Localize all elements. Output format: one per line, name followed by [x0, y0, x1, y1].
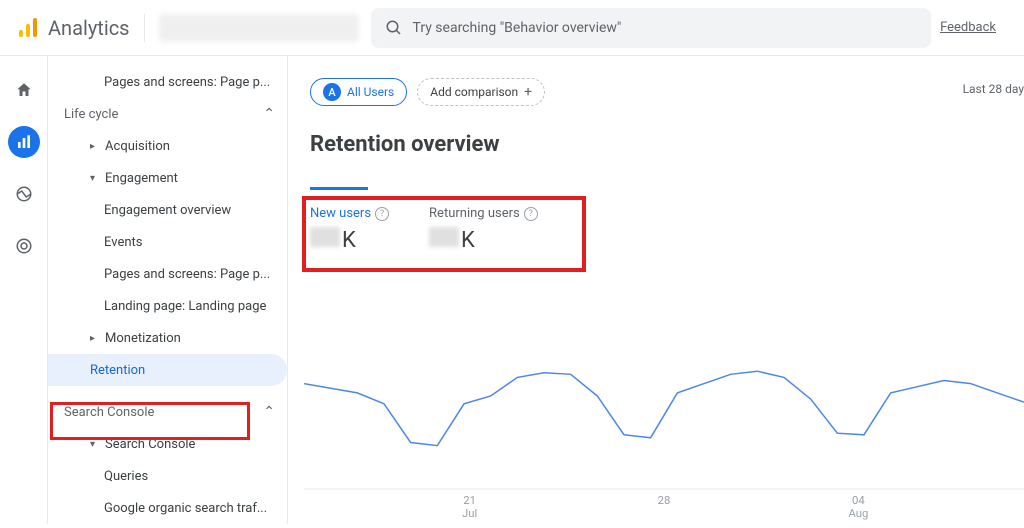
- help-icon[interactable]: ?: [524, 207, 538, 221]
- divider: [144, 14, 145, 42]
- sidebar-item-organic[interactable]: Google organic search traf...: [48, 492, 287, 524]
- feedback-link[interactable]: Feedback: [940, 20, 1008, 35]
- metric-returning-users[interactable]: Returning users ? K: [429, 206, 538, 253]
- svg-text:21: 21: [463, 494, 476, 507]
- date-range[interactable]: Last 28 day: [963, 82, 1024, 96]
- sidebar-item-search-console[interactable]: ▾ Search Console: [48, 428, 287, 460]
- caret-down-icon: ▾: [90, 439, 95, 450]
- sidebar-item-pages-top[interactable]: Pages and screens: Page p...: [48, 66, 287, 98]
- rail-home-icon[interactable]: [8, 74, 40, 106]
- metrics-row: New users ? K Returning users ? K: [310, 200, 1024, 253]
- chevron-up-icon: ⌃: [263, 106, 275, 122]
- caret-right-icon: ▸: [90, 333, 95, 344]
- analytics-logo-icon: [16, 16, 40, 40]
- sidebar-item-pages[interactable]: Pages and screens: Page p...: [48, 258, 287, 290]
- caret-down-icon: ▾: [90, 173, 95, 184]
- help-icon[interactable]: ?: [375, 207, 389, 221]
- svg-text:Jul: Jul: [462, 507, 477, 520]
- redacted-number: [310, 227, 340, 247]
- sidebar-item-engagement-overview[interactable]: Engagement overview: [48, 194, 287, 226]
- redacted-number: [429, 227, 459, 247]
- retention-chart: 21Jul 28 04Aug: [304, 324, 1024, 524]
- chip-row: A All Users Add comparison +: [310, 78, 1024, 106]
- svg-text:28: 28: [658, 494, 671, 507]
- chip-all-users[interactable]: A All Users: [310, 78, 407, 106]
- metric-returning-users-value: K: [429, 227, 538, 253]
- sidebar-item-queries[interactable]: Queries: [48, 460, 287, 492]
- metric-new-users-label: New users ?: [310, 206, 389, 221]
- sidebar-section-lifecycle[interactable]: Life cycle ⌃: [48, 98, 287, 130]
- metrics-selected-indicator: [310, 187, 368, 190]
- sidebar-item-engagement[interactable]: ▾ Engagement: [48, 162, 287, 194]
- chevron-up-icon: ⌃: [263, 404, 275, 420]
- metric-new-users[interactable]: New users ? K: [310, 206, 389, 253]
- rail-reports-icon[interactable]: [8, 126, 40, 158]
- all-users-avatar: A: [323, 83, 341, 101]
- sidebar-item-acquisition[interactable]: ▸ Acquisition: [48, 130, 287, 162]
- rail-advertising-icon[interactable]: [8, 230, 40, 262]
- caret-right-icon: ▸: [90, 141, 95, 152]
- svg-text:04: 04: [852, 494, 865, 507]
- metric-new-users-value: K: [310, 227, 389, 253]
- header: Analytics Try searching "Behavior overvi…: [0, 0, 1024, 56]
- sidebar-item-events[interactable]: Events: [48, 226, 287, 258]
- search-icon: [385, 19, 403, 37]
- left-rail: [0, 56, 48, 524]
- logo-block[interactable]: Analytics: [16, 16, 130, 40]
- metric-returning-users-label: Returning users ?: [429, 206, 538, 221]
- sidebar-item-landing[interactable]: Landing page: Landing page: [48, 290, 287, 322]
- all-users-label: All Users: [347, 85, 394, 99]
- add-comparison-label: Add comparison: [430, 85, 518, 99]
- sidebar-item-monetization[interactable]: ▸ Monetization: [48, 322, 287, 354]
- search-bar[interactable]: Try searching "Behavior overview": [371, 8, 931, 48]
- chip-add-comparison[interactable]: Add comparison +: [417, 78, 545, 106]
- svg-text:Aug: Aug: [848, 507, 868, 520]
- sidebar-item-retention[interactable]: Retention: [48, 354, 287, 386]
- search-placeholder: Try searching "Behavior overview": [413, 20, 622, 36]
- sidebar-section-search-console[interactable]: Search Console ⌃: [48, 396, 287, 428]
- main-content: A All Users Add comparison + Last 28 day…: [288, 56, 1024, 524]
- plus-icon: +: [524, 84, 532, 100]
- property-selector-redacted[interactable]: [159, 14, 359, 42]
- product-name: Analytics: [48, 16, 130, 40]
- page-title: Retention overview: [310, 132, 1024, 157]
- sidebar: Pages and screens: Page p... Life cycle …: [48, 56, 288, 524]
- rail-explore-icon[interactable]: [8, 178, 40, 210]
